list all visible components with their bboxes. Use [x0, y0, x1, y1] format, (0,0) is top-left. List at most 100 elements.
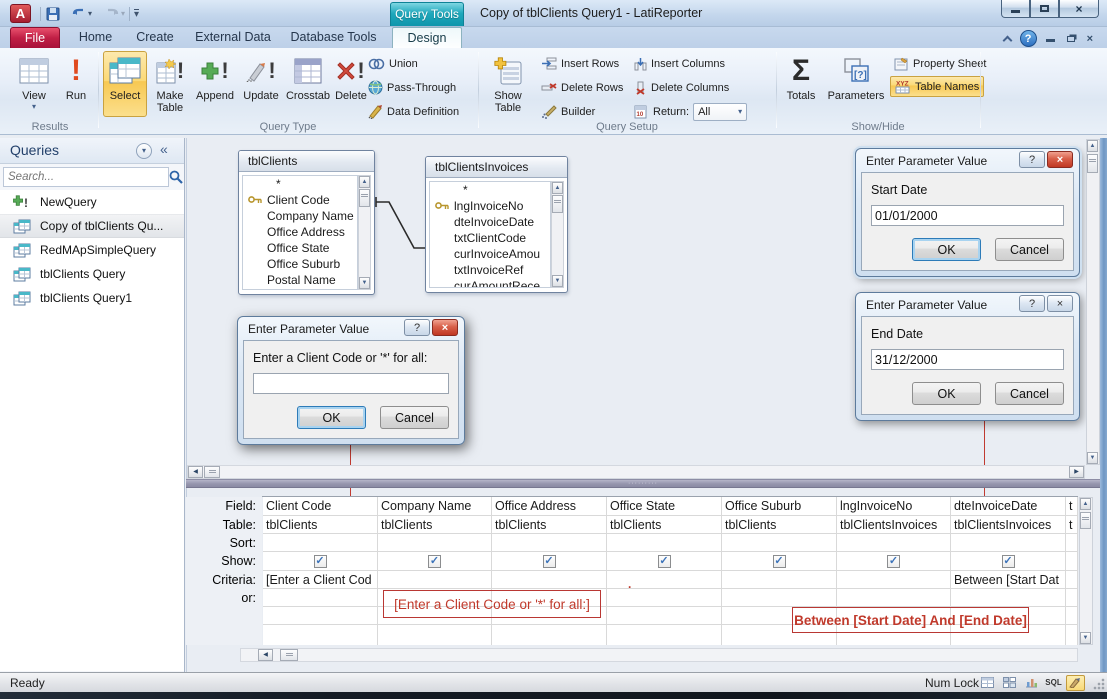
crosstab-button[interactable]: Crosstab [284, 51, 332, 117]
grid-column-company-name[interactable]: Company Name tblClients ✓ [378, 497, 492, 645]
or-cell[interactable] [263, 589, 377, 607]
dialog-titlebar[interactable]: Enter Parameter Value ? × [856, 293, 1079, 316]
criteria-cell[interactable] [837, 571, 950, 589]
scroll-up-icon[interactable]: ▲ [552, 182, 563, 194]
or-cell[interactable] [607, 589, 721, 607]
builder-button[interactable]: Builder [541, 101, 595, 122]
dialog-close-icon[interactable]: × [432, 319, 458, 336]
resize-grip[interactable] [1093, 678, 1105, 690]
sort-cell[interactable] [492, 534, 606, 552]
dialog-help-icon[interactable]: ? [1019, 295, 1045, 312]
field-list-tblclientsinvoices[interactable]: tblClientsInvoices * lngInvoiceNo dteInv… [425, 156, 568, 293]
or-cell[interactable] [951, 589, 1065, 607]
show-table-button[interactable]: Show Table [483, 51, 533, 117]
criteria-cell[interactable] [722, 571, 836, 589]
doc-close-icon[interactable]: × [1087, 33, 1093, 45]
insert-rows-button[interactable]: Insert Rows [541, 53, 619, 74]
sort-cell[interactable] [837, 534, 950, 552]
tab-create[interactable]: Create [126, 27, 184, 48]
sort-cell[interactable] [263, 534, 377, 552]
scroll-down-icon[interactable]: ▼ [359, 277, 370, 289]
dialog-titlebar[interactable]: Enter Parameter Value ? × [856, 149, 1079, 172]
show-checkbox[interactable]: ✓ [658, 555, 671, 568]
minimize-button[interactable] [1001, 0, 1030, 18]
sort-cell[interactable] [378, 534, 491, 552]
grid-vscrollbar[interactable]: ▲ ▼ [1079, 497, 1093, 645]
scroll-left-icon[interactable]: ◀ [188, 466, 203, 478]
table-cell[interactable]: t [1066, 516, 1077, 534]
field-item[interactable]: dteInvoiceDate [430, 214, 550, 230]
scroll-down-icon[interactable]: ▼ [552, 275, 563, 287]
append-button[interactable]: ! Append [192, 51, 238, 117]
dialog-help-icon[interactable]: ? [404, 319, 430, 336]
field-item[interactable]: * [243, 176, 357, 192]
pass-through-button[interactable]: Pass-Through [368, 77, 456, 98]
show-checkbox[interactable]: ✓ [543, 555, 556, 568]
field-cell[interactable]: lngInvoiceNo [837, 497, 950, 516]
criteria-cell[interactable] [607, 571, 721, 589]
field-cell[interactable]: Office Address [492, 497, 606, 516]
nav-item-tblclients-query1[interactable]: tblClients Query1 [0, 286, 184, 310]
table-name[interactable]: tblClientsInvoices [426, 157, 567, 178]
dialog-titlebar[interactable]: Enter Parameter Value ? × [238, 317, 464, 340]
dialog-close-icon[interactable]: × [1047, 295, 1073, 312]
pane-splitter[interactable]: ········· [186, 479, 1100, 488]
doc-restore-icon[interactable] [1067, 36, 1075, 42]
show-checkbox[interactable]: ✓ [1002, 555, 1015, 568]
insert-columns-button[interactable]: Insert Columns [634, 53, 725, 74]
grid-column-office-state[interactable]: Office State tblClients ✓ [607, 497, 722, 645]
table-name[interactable]: tblClients [239, 151, 374, 172]
scroll-down-icon[interactable]: ▼ [1080, 632, 1091, 644]
table-cell[interactable]: tblClientsInvoices [951, 516, 1065, 534]
table-names-button[interactable]: XYZ Table Names [890, 76, 984, 97]
criteria-cell[interactable]: [Enter a Client Cod [263, 571, 377, 589]
show-cell[interactable]: ✓ [378, 552, 491, 571]
select-query-button[interactable]: Select [103, 51, 147, 117]
show-cell[interactable]: ✓ [837, 552, 950, 571]
show-cell[interactable]: ✓ [951, 552, 1065, 571]
parameters-button[interactable]: [?] Parameters [824, 51, 888, 117]
show-checkbox[interactable]: ✓ [887, 555, 900, 568]
parameter-dialog-end-date[interactable]: Enter Parameter Value ? × End Date OK Ca… [855, 292, 1080, 421]
totals-button[interactable]: Σ Totals [780, 51, 822, 117]
union-button[interactable]: Union [368, 53, 418, 74]
design-hscrollbar[interactable]: ◀ ▶ [187, 465, 1085, 479]
field-item[interactable]: curInvoiceAmou [430, 246, 550, 262]
field-list-tblclients[interactable]: tblClients * Client Code Company Name Of… [238, 150, 375, 295]
data-definition-button[interactable]: Data Definition [368, 101, 459, 122]
parameter-dialog-start-date[interactable]: Enter Parameter Value ? × Start Date OK … [855, 148, 1080, 277]
field-item[interactable]: Client Code [243, 192, 357, 208]
criteria-cell[interactable] [378, 571, 491, 589]
table-cell[interactable]: tblClients [492, 516, 606, 534]
sort-cell[interactable] [607, 534, 721, 552]
dialog-close-icon[interactable]: × [1047, 151, 1073, 168]
tab-home[interactable]: Home [68, 27, 123, 48]
delete-button[interactable]: ! Delete [330, 51, 372, 117]
parameter-input[interactable] [871, 349, 1064, 370]
show-checkbox[interactable]: ✓ [773, 555, 786, 568]
ok-button[interactable]: OK [912, 238, 981, 261]
undo-dropdown-icon[interactable]: ▾ [88, 9, 92, 18]
grid-hscrollbar[interactable]: ◀ [240, 648, 1078, 662]
sort-cell[interactable] [722, 534, 836, 552]
grid-column-client-code[interactable]: Client Code tblClients ✓ [Enter a Client… [263, 497, 378, 645]
scroll-down-icon[interactable]: ▼ [1087, 452, 1098, 464]
field-list-scrollbar[interactable]: ▲ ▼ [551, 181, 564, 288]
property-sheet-button[interactable]: Property Sheet [894, 53, 986, 74]
undo-icon[interactable] [71, 7, 87, 21]
field-cell[interactable]: Office Suburb [722, 497, 836, 516]
design-view-button[interactable] [1066, 675, 1085, 691]
nav-item-redmapsimplequery[interactable]: RedMApSimpleQuery [0, 238, 184, 262]
field-item[interactable]: Office Suburb [243, 256, 357, 272]
grid-column-truncated[interactable]: t t [1066, 497, 1078, 645]
scroll-left-icon[interactable]: ◀ [258, 649, 273, 661]
tab-external-data[interactable]: External Data [188, 27, 278, 48]
table-cell[interactable]: tblClients [722, 516, 836, 534]
tab-design[interactable]: Design [392, 27, 462, 48]
parameter-dialog-client-code[interactable]: Enter Parameter Value ? × Enter a Client… [237, 316, 465, 445]
update-button[interactable]: ! Update [240, 51, 282, 117]
field-item[interactable]: Postal Name [243, 272, 357, 288]
table-cell[interactable]: tblClients [263, 516, 377, 534]
table-cell[interactable]: tblClientsInvoices [837, 516, 950, 534]
show-cell[interactable]: ✓ [263, 552, 377, 571]
